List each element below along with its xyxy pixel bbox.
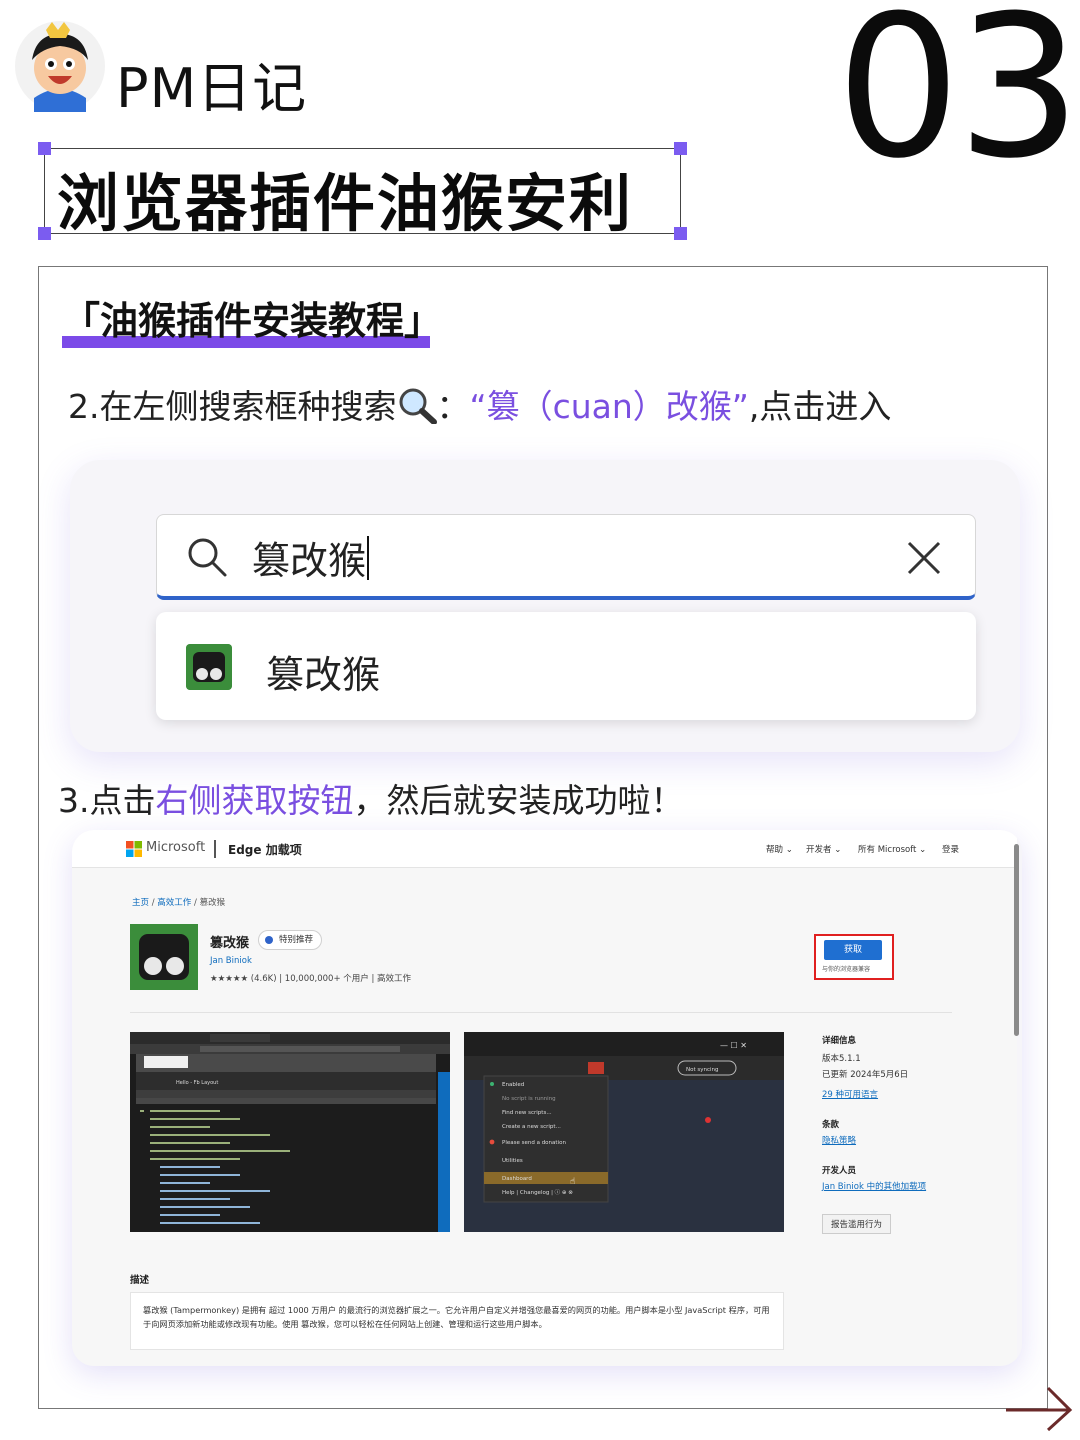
- window-controls-icon: — ☐ ✕: [720, 1041, 747, 1050]
- selection-handle: [674, 227, 687, 240]
- step-3-text: 3.点击右侧获取按钮，然后就安装成功啦！: [58, 774, 684, 822]
- scrollbar[interactable]: [1014, 844, 1019, 1036]
- step-3-prefix: 3.点击: [58, 781, 156, 820]
- addon-page-screenshot: Microsoft Edge 加载项 帮助 ⌄ 开发者 ⌄ 所有 Microso…: [72, 830, 1022, 1366]
- menu-item-utilities: Utilities: [502, 1158, 523, 1164]
- selection-handle: [38, 227, 51, 240]
- description-heading: 描述: [130, 1275, 150, 1286]
- site-name[interactable]: Edge 加载项: [228, 841, 302, 858]
- tampermonkey-icon: [186, 644, 232, 690]
- extension-screenshot-menu[interactable]: — ☐ ✕ Not syncing Enabled No script is r…: [464, 1032, 784, 1232]
- menu-item-no-script: No script is running: [502, 1096, 556, 1102]
- menu-item-enabled: Enabled: [502, 1082, 524, 1088]
- report-abuse-button[interactable]: 报告滥用行为: [822, 1214, 892, 1234]
- step-2-colon: ：: [436, 387, 470, 426]
- menu-item-find: Find new scripts...: [502, 1110, 552, 1116]
- menu-item-dashboard: Dashboard: [502, 1176, 532, 1182]
- menu-screenshot-art: — ☐ ✕ Not syncing Enabled No script is r…: [464, 1032, 784, 1203]
- details-heading: 详细信息: [822, 1036, 857, 1046]
- step-3-highlight: 右侧获取按钮: [155, 781, 354, 820]
- search-query-text: 篡改猴: [252, 539, 367, 583]
- selection-handle: [674, 142, 687, 155]
- menu-item-help: Help | Changelog | ⓘ ⊕ ⊗: [502, 1188, 573, 1196]
- not-syncing-label: Not syncing: [686, 1067, 719, 1073]
- divider: [130, 1012, 952, 1013]
- breadcrumb-current: 篡改猴: [199, 898, 226, 908]
- featured-badge: 特别推荐: [258, 930, 323, 950]
- microsoft-wordmark: Microsoft: [146, 840, 206, 855]
- terms-heading: 条款: [822, 1120, 840, 1130]
- brand-name: PM日记: [116, 57, 308, 120]
- suggestion-label: 篡改猴: [266, 653, 381, 697]
- page-title: 浏览器插件油猴安利: [57, 167, 634, 240]
- step-2-text: 2.在左侧搜索框种搜索 ：“篡（cuan）改猴”,点击进入: [68, 380, 891, 428]
- breadcrumb-category[interactable]: 高效工作: [157, 898, 191, 908]
- breadcrumb-sep: /: [191, 898, 200, 908]
- search-icon: [188, 538, 227, 577]
- step-2-prefix: 2.在左侧搜索框种搜索: [68, 387, 397, 426]
- magnifier-emoji-icon: [399, 388, 437, 425]
- privacy-link[interactable]: 隐私策略: [822, 1134, 856, 1146]
- get-button[interactable]: 获取: [824, 940, 882, 960]
- selection-handle: [38, 142, 51, 155]
- divider: [214, 840, 216, 858]
- avatar: [15, 21, 105, 112]
- step-2-suffix: ,点击进入: [748, 387, 892, 426]
- extension-developer[interactable]: Jan Biniok: [210, 956, 252, 966]
- extension-meta: ★★★★★ (4.6K) | 10,000,000+ 个用户 | 高效工作: [210, 974, 412, 984]
- nav-help[interactable]: 帮助 ⌄: [766, 843, 793, 855]
- breadcrumb: 主页 / 高效工作 / 篡改猴: [132, 896, 225, 908]
- compat-note: 与你的浏览器兼容: [822, 966, 871, 973]
- step-3-suffix: ，然后就安装成功啦！: [353, 781, 684, 820]
- title-frame: 浏览器插件油猴安利: [38, 142, 687, 240]
- arrow-right-icon: [1006, 1386, 1073, 1432]
- screenshot-1-title: Hello - Fb Layout: [176, 1080, 218, 1086]
- developer-other-addons-link[interactable]: Jan Biniok 中的其他加载项: [822, 1180, 926, 1192]
- details-version: 版本5.1.1: [822, 1054, 861, 1064]
- search-query: 篡改猴: [252, 530, 370, 585]
- extension-icon: [130, 924, 198, 990]
- cursor-icon: ☝: [570, 1177, 575, 1187]
- menu-item-donate: Please send a donation: [502, 1140, 566, 1146]
- page-number: 03: [836, 0, 1080, 202]
- section-title: 「油猴插件安装教程」: [62, 299, 443, 343]
- nav-sign-in[interactable]: 登录: [942, 843, 959, 855]
- step-2-highlight: “篡（cuan）改猴”: [469, 387, 749, 426]
- editor-screenshot-art: Hello - Fb Layout: [130, 1032, 450, 1232]
- extension-name: 篡改猴: [210, 936, 250, 951]
- addon-page: Microsoft Edge 加载项 帮助 ⌄ 开发者 ⌄ 所有 Microso…: [72, 830, 1017, 1366]
- text-caret: [367, 536, 370, 580]
- extension-screenshot-editor[interactable]: Hello - Fb Layout: [130, 1032, 450, 1232]
- menu-item-create: Create a new script...: [502, 1124, 561, 1130]
- details-languages-link[interactable]: 29 种可用语言: [822, 1088, 878, 1100]
- description-text: 篡改猴 (Tampermonkey) 是拥有 超过 1000 万用户 的最流行的…: [130, 1292, 784, 1350]
- details-updated: 已更新 2024年5月6日: [822, 1070, 909, 1080]
- microsoft-logo-icon: [126, 841, 142, 857]
- nav-developer[interactable]: 开发者 ⌄: [806, 843, 841, 855]
- close-icon[interactable]: [904, 538, 944, 578]
- breadcrumb-home[interactable]: 主页: [132, 898, 149, 908]
- developer-heading: 开发人员: [822, 1166, 857, 1176]
- nav-all-microsoft[interactable]: 所有 Microsoft ⌄: [858, 843, 926, 855]
